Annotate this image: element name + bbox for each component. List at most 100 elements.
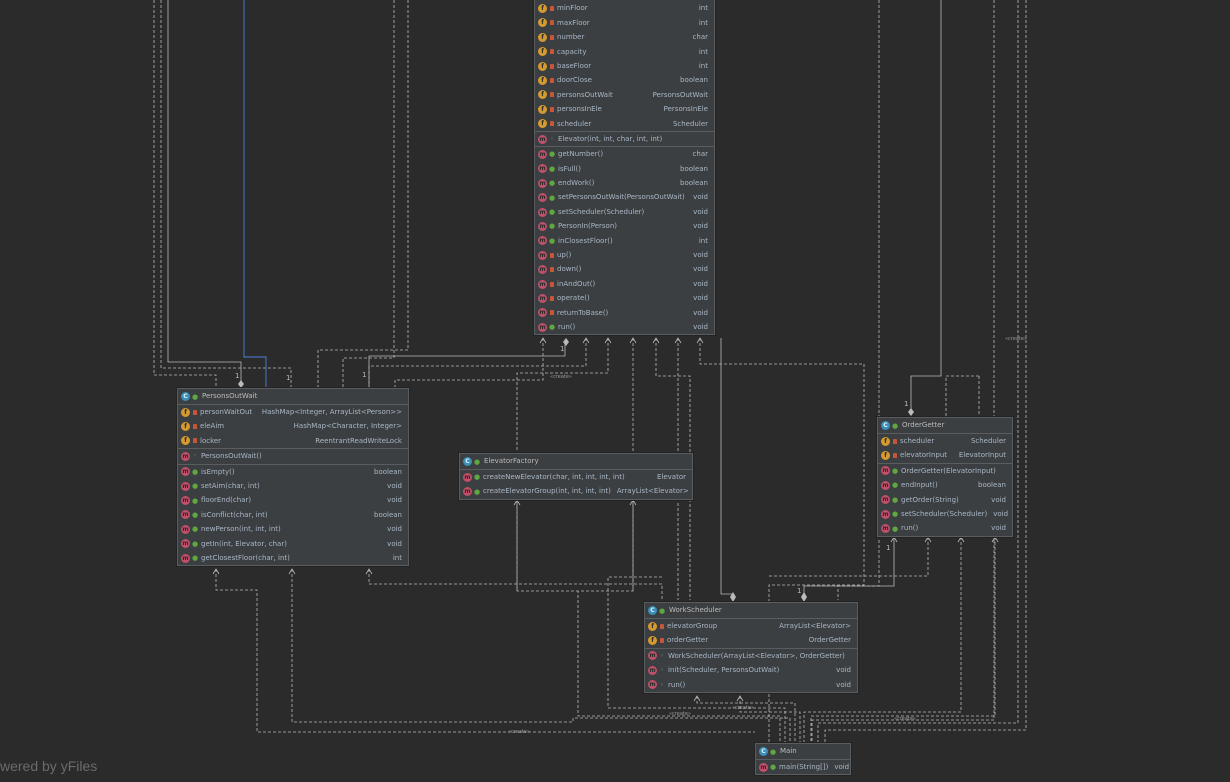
method-row[interactable]: m ◦ run() void — [645, 678, 857, 692]
method-row[interactable]: m ● getNumber() char — [535, 147, 714, 161]
method-row[interactable]: m ● main(String[]) void — [756, 760, 850, 774]
public-icon: ● — [192, 496, 199, 505]
method-row[interactable]: m ● setPersonsOutWait(PersonsOutWait) void — [535, 190, 714, 204]
field-row[interactable]: f scheduler Scheduler — [535, 117, 714, 131]
member-name: inAndOut() — [557, 279, 596, 288]
field-icon: f — [881, 451, 890, 461]
public-icon: ● — [549, 164, 556, 173]
field-row[interactable]: f eleAim HashMap<Character, Integer> — [178, 419, 408, 433]
method-icon: m — [463, 472, 472, 482]
method-icon: m — [181, 451, 190, 461]
field-row[interactable]: f maxFloor int — [535, 16, 714, 30]
field-row[interactable]: f number char — [535, 30, 714, 44]
field-row[interactable]: f orderGetter OrderGetter — [645, 633, 857, 647]
dependency-edge — [516, 500, 578, 592]
field-row[interactable]: f elevatorInput ElevatorInput — [878, 448, 1012, 462]
class-box-order-getter[interactable]: C ● OrderGetter f scheduler Scheduler f elev… — [877, 417, 1013, 537]
field-row[interactable]: f personsInEle PersonsInEle — [535, 102, 714, 116]
method-row[interactable]: m ● setScheduler(Scheduler) void — [535, 205, 714, 219]
field-row[interactable]: f scheduler Scheduler — [878, 434, 1012, 448]
method-row[interactable]: m ◦ WorkScheduler(ArrayList<Elevator>, Ord… — [645, 649, 857, 663]
public-icon: ● — [192, 392, 199, 401]
method-row[interactable]: m ● run() void — [878, 521, 1012, 535]
method-row[interactable]: m ● endWork() boolean — [535, 176, 714, 190]
create-label: «create» — [669, 711, 691, 717]
dependency-edge — [769, 537, 929, 577]
field-icon: f — [538, 47, 547, 57]
method-row[interactable]: m operate() void — [535, 291, 714, 305]
class-box-elevator[interactable]: ffloorintfminFloorintfmaxFloorintfnumber… — [534, 0, 715, 336]
field-row[interactable]: f personWaitOut HashMap<Integer, ArrayList… — [178, 405, 408, 419]
multiplicity-label: 1 — [286, 374, 291, 382]
method-icon: m — [181, 524, 190, 534]
class-header: C ● WorkScheduler — [645, 603, 857, 619]
method-row[interactable]: m down() void — [535, 262, 714, 276]
composition-edge — [803, 537, 895, 598]
dependency-edge — [368, 569, 663, 603]
dependency-edge — [945, 375, 979, 417]
method-row[interactable]: m ◦ Elevator(int, int, char, int, int) — [535, 132, 714, 146]
field-row[interactable]: f capacity int — [535, 45, 714, 59]
class-box-elevator-factory[interactable]: C ● ElevatorFactory m ● createNewElevator(… — [459, 453, 693, 500]
method-row[interactable]: m ● endInput() boolean — [878, 478, 1012, 492]
field-row[interactable]: f locker ReentrantReadWriteLock — [178, 434, 408, 448]
method-icon: m — [538, 236, 547, 246]
class-header: C ● PersonsOutWait — [178, 389, 408, 405]
method-row[interactable]: m ● getOrder(String) void — [878, 493, 1012, 507]
create-label: «create» — [508, 729, 530, 735]
member-name: setScheduler(Scheduler) — [558, 207, 645, 216]
method-row[interactable]: m ● isEmpty() boolean — [178, 465, 408, 479]
member-type: ArrayList<Elevator> — [616, 487, 689, 496]
method-row[interactable]: m ● isFull() boolean — [535, 162, 714, 176]
field-row[interactable]: f personsOutWait PersonsOutWait — [535, 88, 714, 102]
field-row[interactable]: f doorClose boolean — [535, 73, 714, 87]
private-lock-icon — [550, 295, 554, 301]
member-type: void — [836, 666, 851, 675]
member-type: PersonsOutWait — [652, 90, 708, 99]
member-name: scheduler — [557, 119, 592, 128]
method-row[interactable]: m ◦ PersonsOutWait() — [178, 449, 408, 463]
field-row[interactable]: f elevatorGroup ArrayList<Elevator> — [645, 619, 857, 633]
package-icon: ◦ — [549, 135, 555, 144]
composition-edge — [910, 0, 942, 410]
multiplicity-label: 1 — [797, 587, 802, 595]
method-row[interactable]: m ● setScheduler(Scheduler) void — [878, 507, 1012, 521]
class-box-persons-out-wait[interactable]: C ● PersonsOutWait f personWaitOut HashMap… — [177, 388, 409, 567]
method-row[interactable]: m ● inClosestFloor() int — [535, 234, 714, 248]
method-row[interactable]: m ● run() void — [535, 320, 714, 334]
method-row[interactable]: m ● floorEnd(char) void — [178, 493, 408, 507]
method-row[interactable]: m ● PersonIn(Person) void — [535, 219, 714, 233]
dependency-edge — [342, 0, 395, 388]
method-row[interactable]: m ● OrderGetter(ElevatorInput) — [878, 464, 1012, 478]
method-row[interactable]: m returnToBase() void — [535, 306, 714, 320]
field-row[interactable]: f baseFloor int — [535, 59, 714, 73]
method-row[interactable]: m ● createElevatorGroup(int, int, int, int… — [460, 484, 692, 498]
field-icon: f — [538, 4, 547, 14]
fields-section: f personWaitOut HashMap<Integer, ArrayList… — [178, 405, 408, 450]
class-box-main[interactable]: C ● Main m ● main(String[]) void — [755, 743, 851, 776]
member-name: run() — [558, 322, 576, 331]
method-row[interactable]: m ● newPerson(int, int, int) void — [178, 522, 408, 536]
public-icon: ● — [892, 421, 899, 430]
fields-section: ffloorintfminFloorintfmaxFloorintfnumber… — [535, 0, 714, 132]
method-row[interactable]: m ● isConflict(char, int) boolean — [178, 508, 408, 522]
class-box-work-scheduler[interactable]: C ● WorkScheduler f elevatorGroup ArrayLis… — [644, 602, 858, 693]
member-name: endInput() — [901, 481, 938, 490]
composition-edge — [167, 0, 242, 383]
method-icon: m — [538, 164, 547, 174]
method-row[interactable]: m ● setAim(char, int) void — [178, 479, 408, 493]
method-row[interactable]: m inAndOut() void — [535, 277, 714, 291]
field-icon: f — [538, 76, 547, 86]
method-row[interactable]: m ● getIn(int, Elevator, char) void — [178, 537, 408, 551]
member-type: void — [834, 763, 850, 771]
method-row[interactable]: m ◦ init(Scheduler, PersonsOutWait) void — [645, 663, 857, 677]
method-icon: m — [881, 495, 890, 505]
class-icon: C — [881, 421, 890, 430]
member-name: run() — [901, 524, 919, 533]
method-row[interactable]: m ● getClosestFloor(char, int) int — [178, 551, 408, 565]
method-row[interactable]: m ● createNewElevator(char, int, int, int,… — [460, 470, 692, 484]
field-row[interactable]: f minFloor int — [535, 1, 714, 15]
public-icon: ● — [549, 193, 556, 202]
private-lock-icon — [550, 20, 554, 26]
method-row[interactable]: m up() void — [535, 248, 714, 262]
